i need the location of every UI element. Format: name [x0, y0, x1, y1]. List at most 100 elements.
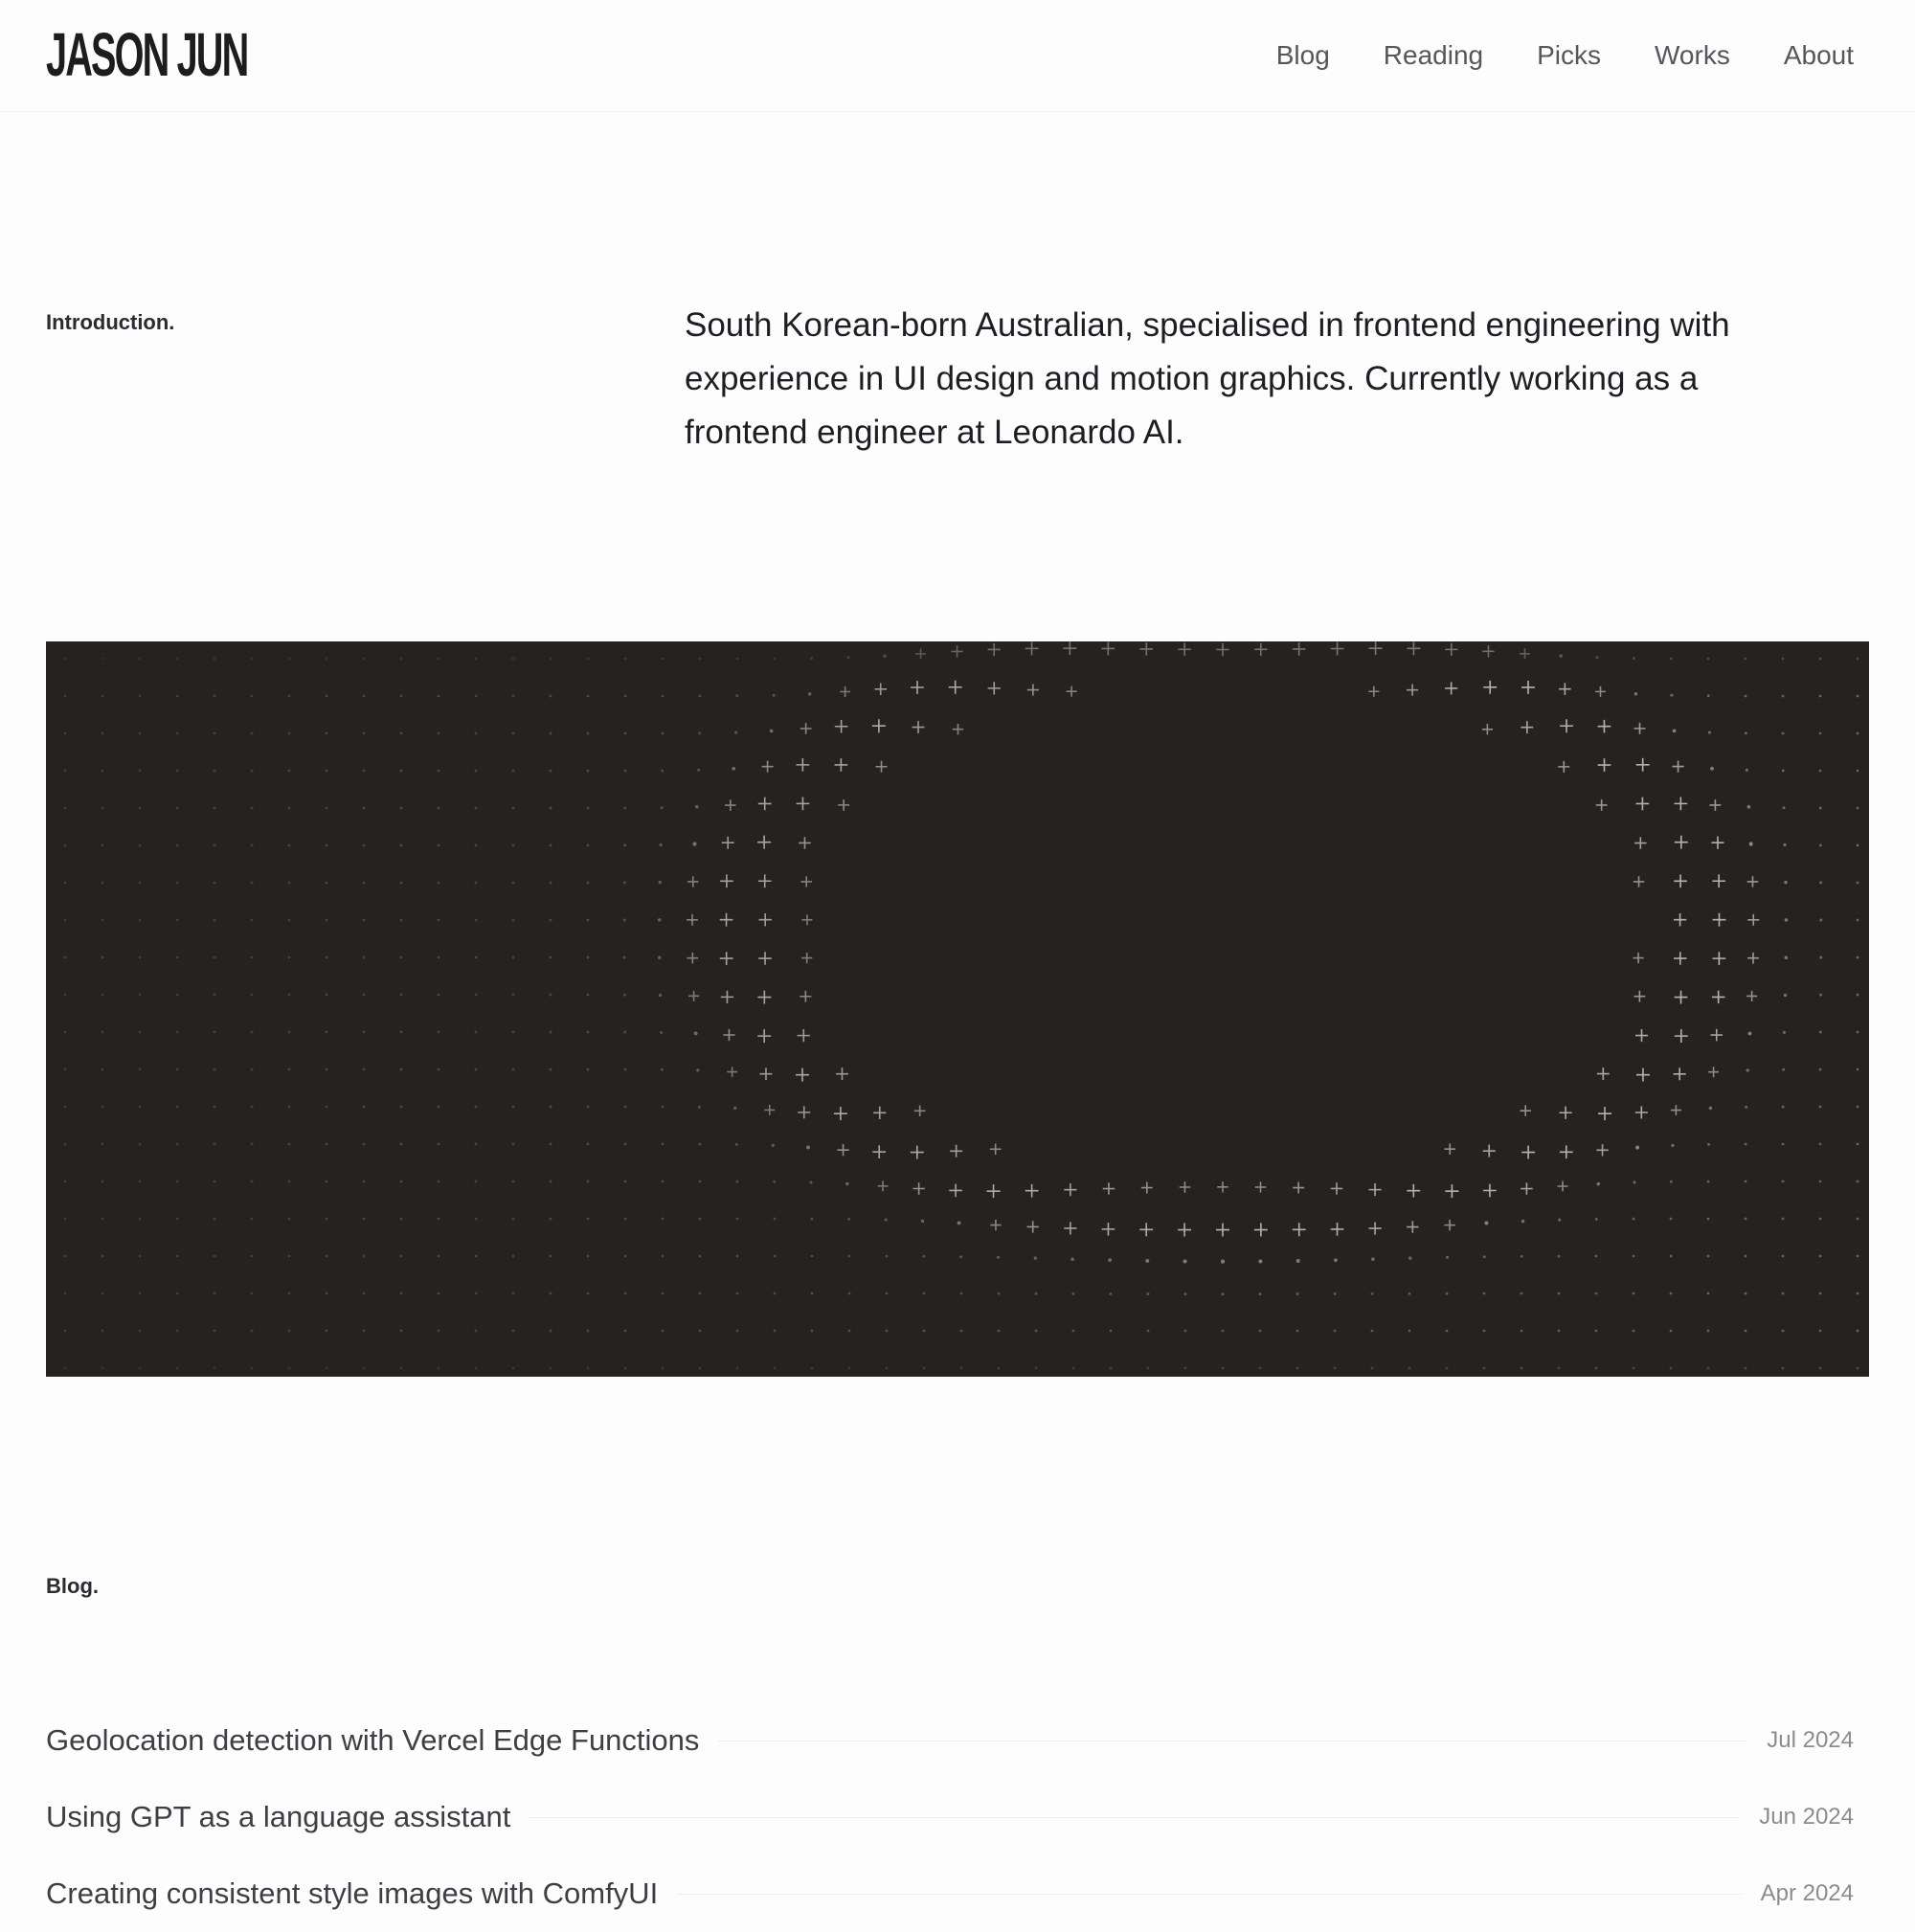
nav-works[interactable]: Works	[1655, 38, 1730, 73]
plus-mark	[719, 912, 733, 927]
dot-mark	[734, 1142, 738, 1146]
dot-mark	[1146, 1292, 1150, 1295]
blog-list: Geolocation detection with Vercel Edge F…	[46, 1702, 1854, 1932]
blog-post-title[interactable]: Geolocation detection with Vercel Edge F…	[46, 1723, 699, 1758]
plus-mark	[1633, 722, 1646, 734]
plus-mark	[1368, 1183, 1382, 1197]
dot-mark	[325, 918, 328, 922]
dot-mark	[101, 1105, 104, 1109]
dot-mark	[922, 1329, 926, 1333]
dot-mark	[1408, 1256, 1412, 1260]
dot-field-graphic	[63, 641, 1859, 1370]
plus-mark	[1595, 685, 1606, 697]
dot-mark	[622, 881, 626, 885]
nav-picks[interactable]: Picks	[1537, 38, 1601, 73]
dot-mark	[1370, 1329, 1374, 1333]
dot-mark	[1258, 1292, 1262, 1296]
plus-mark	[1521, 1182, 1533, 1195]
dot-mark	[1782, 806, 1786, 810]
dot-mark	[1671, 1143, 1675, 1148]
dot-mark	[474, 843, 478, 847]
dot-mark	[175, 1292, 179, 1295]
dot-mark	[1819, 993, 1823, 997]
blog-post-title[interactable]: Using GPT as a language assistant	[46, 1800, 510, 1834]
dot-mark	[175, 1254, 179, 1258]
plus-mark	[1481, 724, 1493, 735]
dot-mark	[769, 729, 774, 733]
dot-mark	[997, 1366, 1001, 1370]
dot-mark	[101, 769, 104, 773]
nav-blog[interactable]: Blog	[1276, 38, 1330, 73]
plus-mark	[840, 686, 851, 697]
plus-mark	[1407, 1221, 1419, 1233]
dot-mark	[511, 843, 515, 847]
dot-mark	[1595, 656, 1599, 660]
dot-mark	[1669, 657, 1673, 661]
dot-mark	[1856, 806, 1859, 810]
dot-mark	[1034, 1366, 1038, 1370]
blog-post-title[interactable]: Creating consistent style images with Co…	[46, 1876, 658, 1911]
plus-mark	[1178, 1223, 1192, 1237]
plus-mark	[1025, 641, 1039, 656]
dot-mark	[250, 694, 254, 698]
dot-mark	[698, 694, 702, 698]
blog-post-row[interactable]: Using GPT as a language assistant Jun 20…	[46, 1779, 1854, 1855]
dot-mark	[1408, 1292, 1411, 1295]
dot-mark	[1856, 1179, 1859, 1183]
plus-mark	[757, 1029, 772, 1044]
dot-mark	[586, 955, 590, 959]
dot-mark	[659, 842, 663, 847]
dot-mark	[1856, 993, 1859, 997]
dot-mark	[1632, 657, 1635, 661]
dot-mark	[549, 993, 552, 997]
dot-mark	[213, 1030, 216, 1034]
dot-mark	[735, 1179, 739, 1183]
plus-mark	[757, 797, 772, 811]
plus-mark	[688, 990, 700, 1001]
dot-mark	[175, 1329, 179, 1333]
nav-about[interactable]: About	[1784, 38, 1854, 73]
dot-mark	[362, 1292, 366, 1295]
dot-mark	[735, 1217, 739, 1221]
dot-mark	[549, 731, 552, 735]
plus-mark	[720, 990, 734, 1004]
dot-mark	[101, 1179, 104, 1183]
site-logo[interactable]: JASON JUN	[46, 24, 249, 85]
dot-mark	[138, 1067, 142, 1071]
plus-mark	[837, 1144, 849, 1157]
plus-mark	[687, 913, 698, 926]
dot-mark	[474, 993, 478, 997]
dot-mark	[1856, 1067, 1859, 1071]
dot-mark	[1669, 1292, 1673, 1295]
nav-reading[interactable]: Reading	[1384, 38, 1483, 73]
dot-mark	[175, 1067, 179, 1071]
dot-mark	[101, 1030, 104, 1034]
dot-mark	[959, 1292, 963, 1295]
dot-mark	[213, 1067, 216, 1071]
dot-mark	[250, 881, 254, 885]
dot-mark	[437, 1329, 440, 1333]
plus-mark	[757, 835, 772, 849]
dot-mark	[474, 1292, 478, 1295]
dot-mark	[773, 1179, 777, 1183]
dot-mark	[698, 731, 702, 735]
dot-mark	[773, 1292, 777, 1295]
dot-mark	[1856, 1030, 1859, 1034]
dot-mark	[1818, 1366, 1822, 1370]
dot-mark	[698, 1254, 702, 1258]
plus-mark	[1026, 684, 1039, 696]
plus-mark	[1292, 642, 1306, 656]
blog-post-row[interactable]: Creating consistent style images with Co…	[46, 1855, 1854, 1932]
dot-mark	[698, 1366, 702, 1370]
dot-mark	[1706, 694, 1710, 698]
dot-mark	[1445, 1329, 1449, 1333]
dot-mark	[474, 881, 478, 885]
dot-mark	[250, 1254, 254, 1258]
dot-mark	[586, 694, 590, 698]
dot-mark	[250, 1179, 254, 1183]
blog-label: Blog.	[46, 1574, 99, 1598]
dot-mark	[1520, 1366, 1523, 1370]
blog-post-row[interactable]: Geolocation detection with Vercel Edge F…	[46, 1702, 1854, 1779]
dot-mark	[213, 1217, 216, 1221]
dot-mark	[1706, 1179, 1710, 1183]
